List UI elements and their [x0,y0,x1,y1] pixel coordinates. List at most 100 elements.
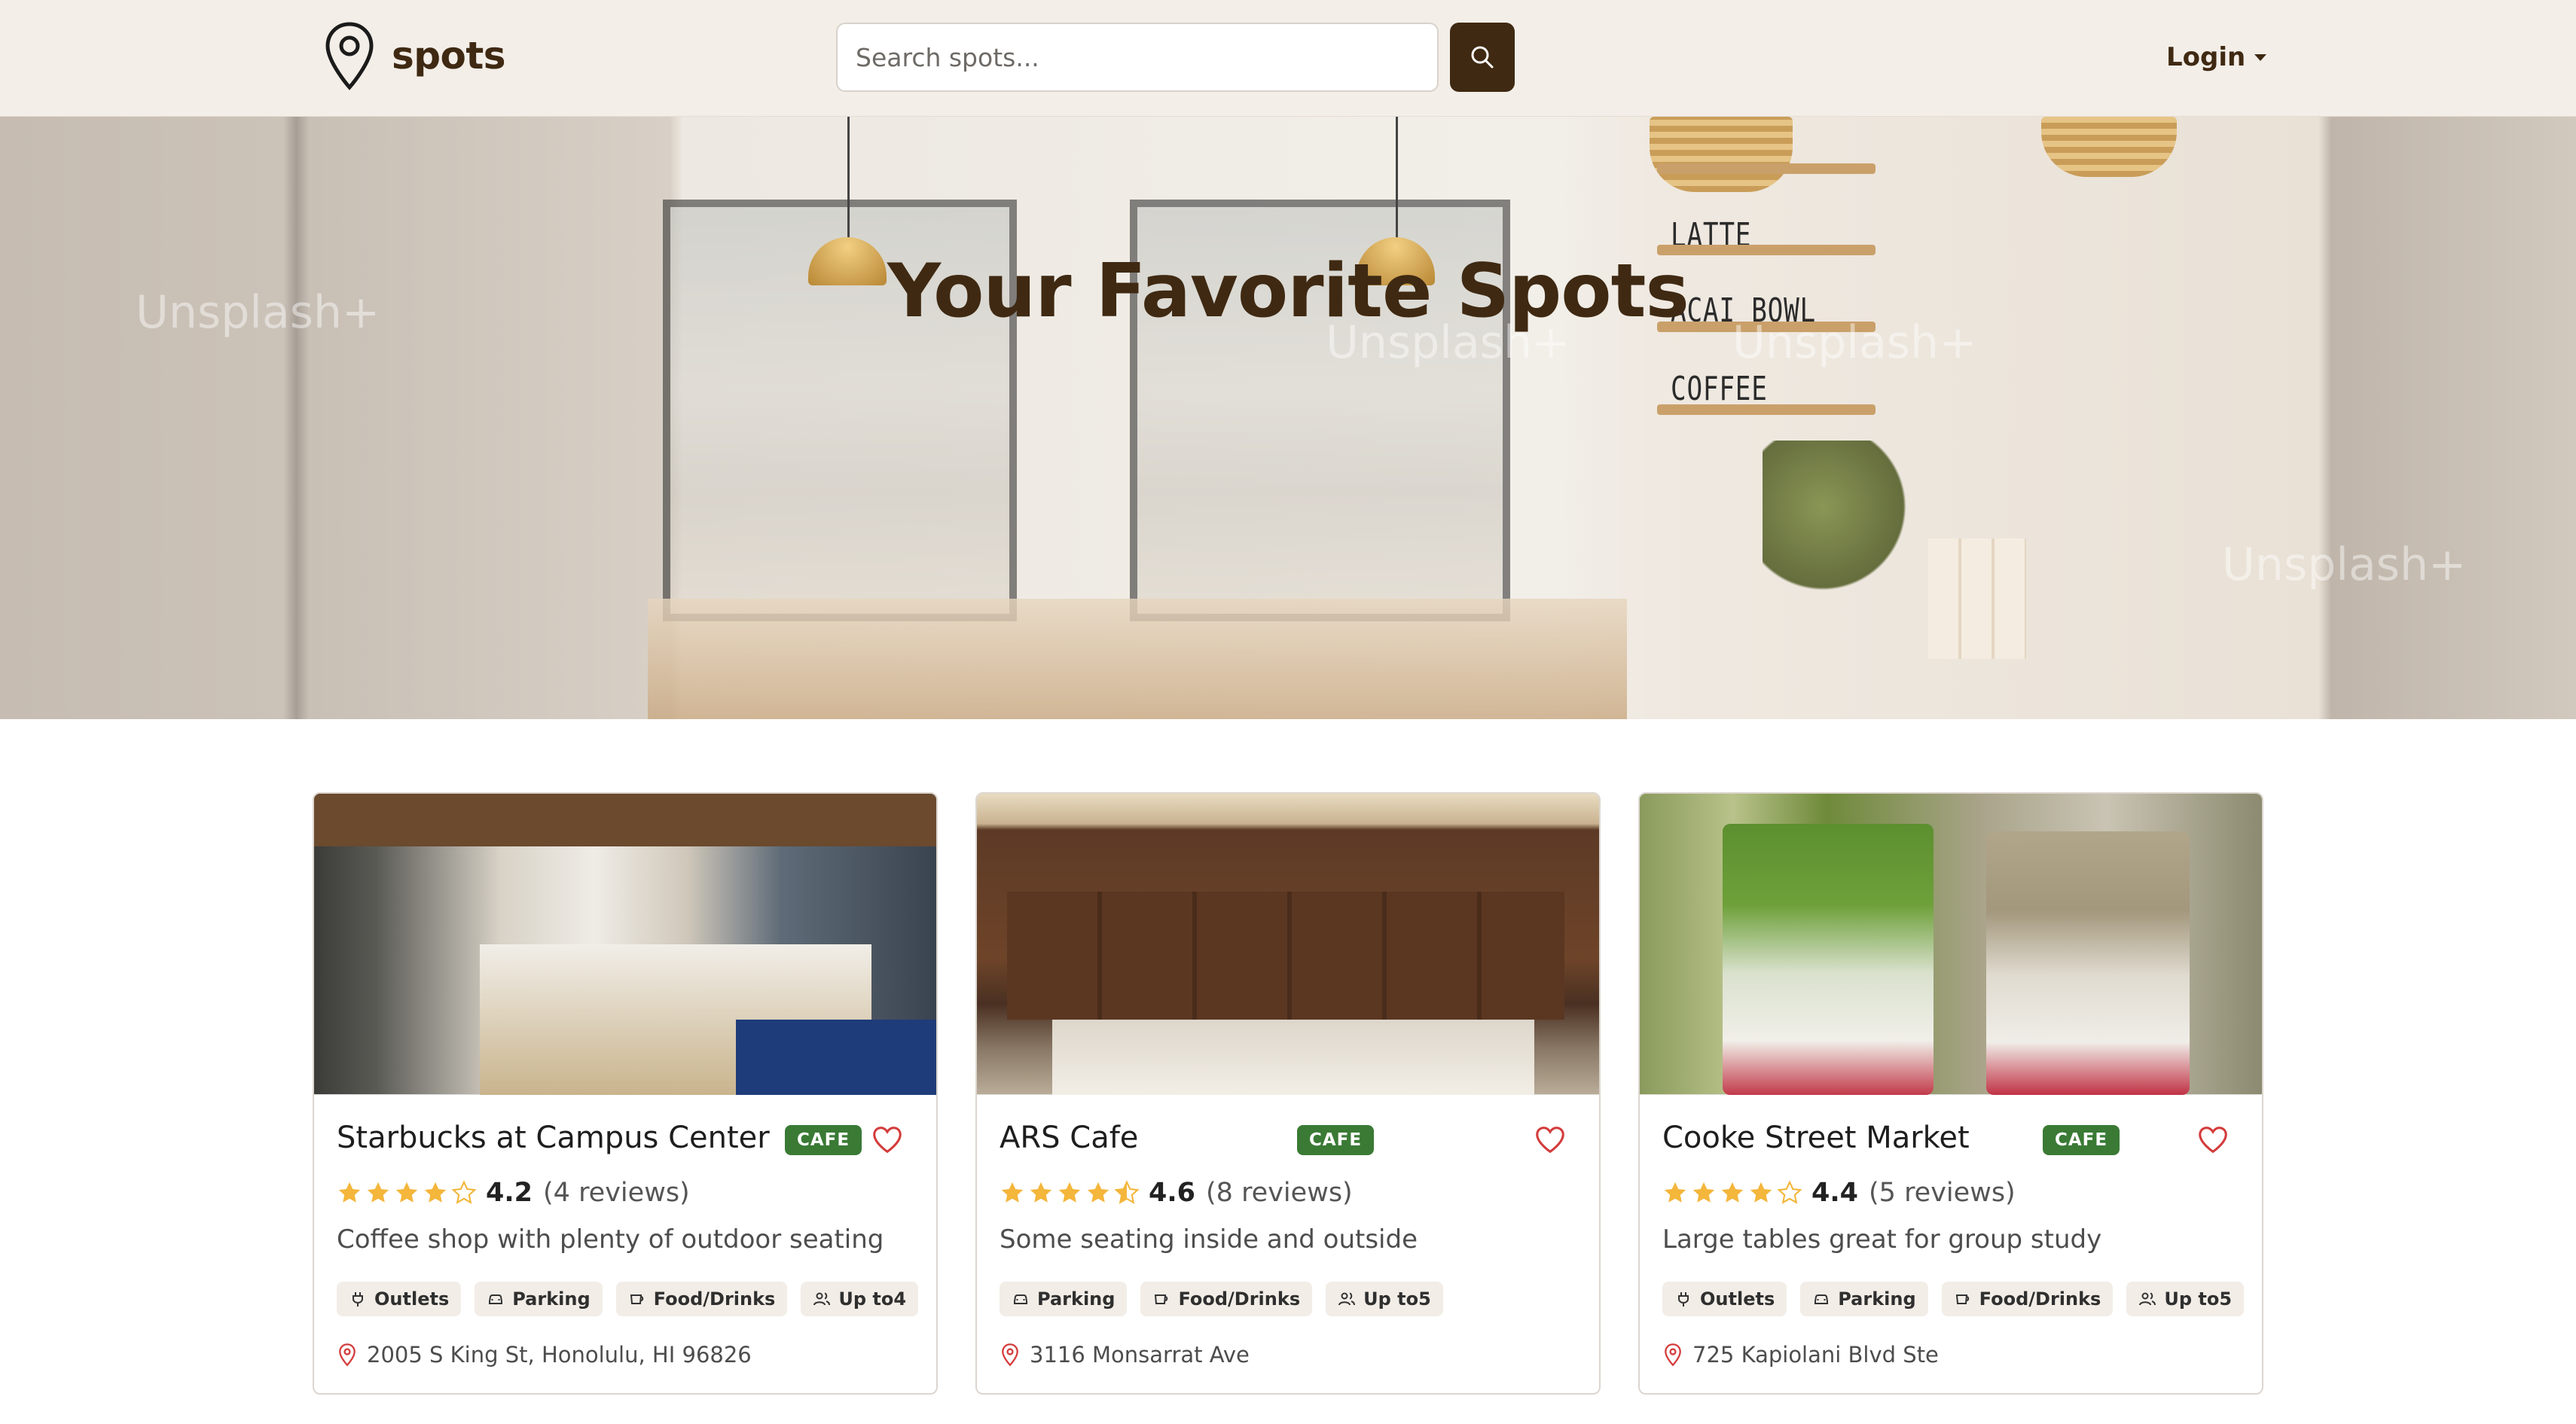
spot-name[interactable]: Starbucks at Campus Center [337,1121,770,1155]
amenity-tag: Up to4 [801,1282,919,1316]
category-badge: CAFE [785,1125,862,1155]
review-count: (8 reviews) [1206,1178,1353,1208]
watermark: Unsplash+ [2222,538,2467,591]
star-outline-icon [451,1180,477,1204]
map-pin-icon [339,1343,356,1367]
spot-card[interactable]: Starbucks at Campus Center CAFE 4.2 (4 r… [313,792,938,1395]
amenity-tag: Parking [475,1282,603,1316]
search-box [836,23,1439,92]
rating: 4.6 (8 reviews) [1000,1175,1353,1211]
address-text: 3116 Monsarrat Ave [1030,1342,1250,1368]
amenity-tag: Food/Drinks [615,1282,788,1316]
search-button[interactable] [1450,23,1515,92]
chevron-down-icon [2254,53,2267,61]
menu-shelf [1657,163,1876,174]
login-dropdown[interactable]: Login [2166,38,2267,77]
star-icon [1721,1182,1744,1203]
amenity-tags: Outlets Parking Food/Drinks Up to4 [337,1282,919,1316]
menu-shelf [1657,404,1876,415]
amenity-tag: Up to5 [1326,1282,1443,1316]
spots-list: Starbucks at Campus Center CAFE 4.2 (4 r… [313,792,2263,1395]
car-icon [1014,1294,1027,1304]
hero-counter [648,599,1627,719]
heart-icon[interactable] [870,1122,905,1157]
users-icon [1338,1292,1356,1306]
star-icon [424,1182,447,1203]
cup-icon [1955,1294,1969,1304]
spot-description: Large tables great for group study [1662,1224,2102,1255]
spot-name[interactable]: ARS Cafe [1000,1121,1138,1155]
amenity-label: Outlets [374,1288,450,1310]
lamp-cord [1396,117,1398,241]
spot-photo [1640,794,2262,1095]
star-icon [1664,1182,1686,1203]
brand-name: spots [392,34,506,78]
star-icon [1692,1182,1715,1203]
amenity-tag: Parking [1800,1282,1928,1316]
heart-icon[interactable] [2196,1122,2230,1157]
car-icon [489,1294,503,1304]
amenity-label: Up to5 [1363,1288,1431,1310]
spot-photo [314,794,936,1095]
rating-value: 4.6 [1149,1178,1196,1208]
map-pin-icon [1665,1343,1681,1367]
category-badge: CAFE [2043,1125,2120,1155]
star-icon [338,1182,361,1203]
cup-icon [1155,1294,1168,1304]
brand-logo[interactable]: spots [324,20,506,92]
pendant-basket [1650,117,1793,192]
spot-address: 725 Kapiolani Blvd Ste [1662,1336,1939,1374]
amenity-tag: Up to5 [2126,1282,2245,1316]
star-icon [1001,1182,1024,1203]
category-badge: CAFE [1297,1125,1375,1155]
cup-icon [630,1294,643,1304]
navbar: spots Login [0,0,2576,117]
spot-photo [977,794,1599,1095]
amenity-label: Parking [1037,1288,1116,1310]
review-count: (4 reviews) [543,1178,690,1208]
map-pin-icon [1002,1343,1018,1367]
rating: 4.2 (4 reviews) [337,1175,690,1211]
car-icon [1814,1294,1829,1304]
rating-value: 4.2 [486,1178,533,1208]
amenity-label: Food/Drinks [1178,1288,1301,1310]
review-count: (5 reviews) [1869,1178,2016,1208]
lamp-cord [847,117,850,241]
amenity-tags: Parking Food/Drinks Up to5 [1000,1282,1443,1316]
amenity-tag: Parking [1000,1282,1128,1316]
heart-icon[interactable] [1533,1122,1567,1157]
amenity-label: Food/Drinks [1979,1288,2101,1310]
cup-stack [1928,538,2026,659]
search-input[interactable] [836,23,1439,92]
amenity-tag: Outlets [337,1282,462,1316]
spot-name[interactable]: Cooke Street Market [1662,1121,1970,1155]
amenity-label: Parking [1838,1288,1916,1310]
login-label: Login [2166,42,2246,72]
star-icon [395,1182,418,1203]
plug-icon [353,1292,363,1307]
amenity-tags: Outlets Parking Food/Drinks Up to5 [1662,1282,2245,1316]
map-pin-icon [325,22,374,90]
search-icon [1471,46,1494,69]
star-half-icon [1114,1180,1140,1204]
spot-card[interactable]: Cooke Street Market CAFE 4.4 (5 reviews)… [1638,792,2263,1395]
amenity-tag: Food/Drinks [1941,1282,2114,1316]
spot-description: Coffee shop with plenty of outdoor seati… [337,1224,884,1255]
amenity-tag: Outlets [1662,1282,1787,1316]
spot-address: 2005 S King St, Honolulu, HI 96826 [337,1336,752,1374]
amenity-label: Up to5 [2164,1288,2233,1310]
amenity-tag: Food/Drinks [1140,1282,1313,1316]
amenity-label: Parking [512,1288,591,1310]
spot-address: 3116 Monsarrat Ave [1000,1336,1250,1374]
address-text: 2005 S King St, Honolulu, HI 96826 [367,1342,752,1368]
hero-banner: LATTE ACAI BOWL COFFEE Unsplash+ Unsplas… [0,117,2576,719]
amenity-label: Food/Drinks [653,1288,776,1310]
star-icon [367,1182,389,1203]
star-icon [1750,1182,1772,1203]
plant [1763,441,1913,606]
amenity-label: Outlets [1700,1288,1775,1310]
spot-card[interactable]: ARS Cafe CAFE 4.6 (8 reviews) Some seati… [975,792,1601,1395]
rating: 4.4 (5 reviews) [1662,1175,2016,1211]
star-outline-icon [1777,1180,1802,1204]
spot-description: Some seating inside and outside [1000,1224,1418,1255]
